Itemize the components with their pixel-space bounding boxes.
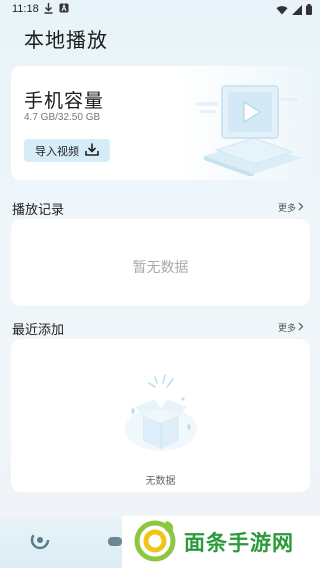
page-title: 本地播放: [24, 28, 108, 52]
download-icon: [85, 143, 99, 159]
watermark-logo: 面条手游网: [122, 516, 320, 568]
watermark-leaf-icon: [132, 517, 178, 567]
download-icon: [44, 3, 53, 17]
video-illustration: [194, 76, 304, 178]
storage-card: 手机容量 4.7 GB/32.50 GB 导入视频: [11, 66, 310, 180]
history-empty-card: 暂无数据: [11, 219, 310, 306]
status-bar: 11:18: [0, 0, 320, 20]
history-section-title: 播放记录: [12, 203, 65, 218]
recent-empty-card: 无数据: [11, 339, 310, 492]
storage-title: 手机容量: [24, 90, 105, 112]
empty-box-icon: [121, 369, 201, 457]
history-empty-text: 暂无数据: [132, 260, 189, 276]
recent-more-link[interactable]: 更多: [278, 321, 304, 334]
history-more-label: 更多: [277, 204, 296, 214]
notification-a-icon: [59, 3, 69, 17]
import-video-button[interactable]: 导入视频: [24, 139, 110, 162]
status-right-icons: [276, 4, 312, 18]
gamepad-icon[interactable]: [108, 533, 122, 552]
status-time: 11:18: [12, 3, 39, 15]
swirl-icon[interactable]: [30, 530, 50, 554]
recent-section-title: 最近添加: [12, 323, 65, 338]
storage-size: 4.7 GB/32.50 GB: [24, 112, 101, 123]
chevron-right-icon: [298, 202, 304, 214]
signal-icon: [292, 4, 302, 18]
recent-empty-text: 无数据: [145, 476, 176, 487]
wifi-icon: [276, 5, 288, 18]
watermark-text: 面条手游网: [184, 531, 294, 555]
history-more-link[interactable]: 更多: [278, 201, 304, 214]
recent-more-label: 更多: [277, 324, 296, 334]
status-left-icons: [44, 3, 69, 17]
import-video-label: 导入视频: [35, 144, 79, 158]
battery-icon: [306, 4, 312, 18]
chevron-right-icon: [298, 322, 304, 334]
